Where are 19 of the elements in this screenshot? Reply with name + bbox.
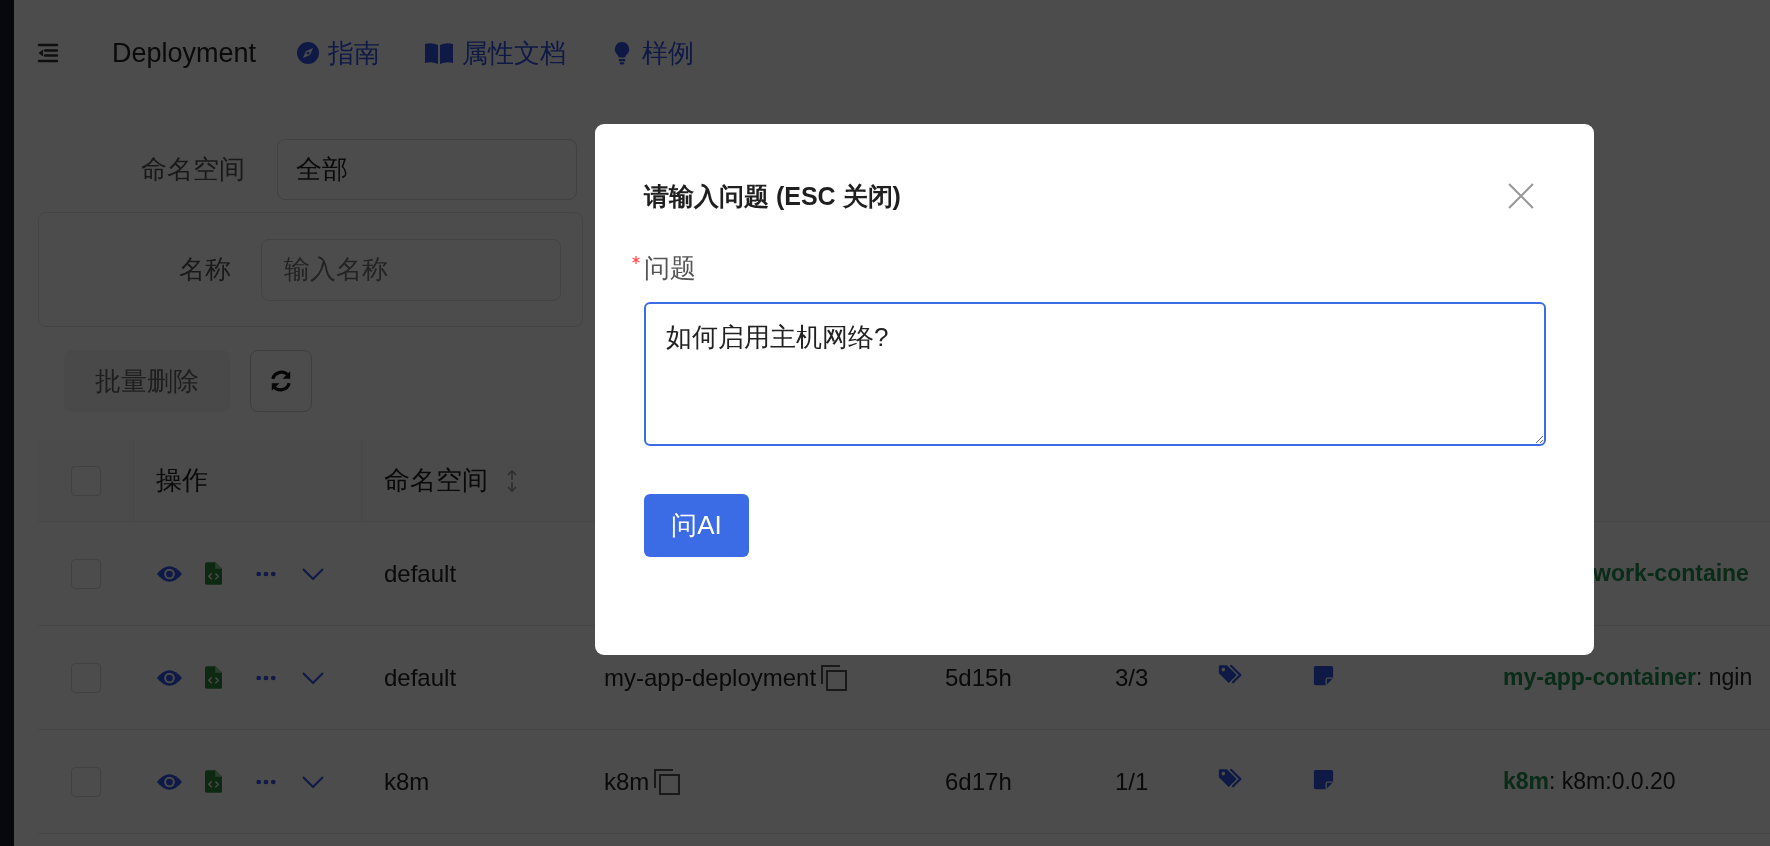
dialog-title: 请输入问题 (ESC 关闭): [644, 180, 901, 212]
table-cell: k8m: [384, 767, 430, 796]
table-cell: 3/3: [1115, 663, 1149, 691]
question-field[interactable]: 如何启用主机网络?: [644, 302, 1546, 446]
page-title: Deployment: [112, 37, 257, 69]
table-cell: default: [384, 559, 457, 588]
column-header: 操作: [156, 464, 208, 497]
close-icon[interactable]: [1508, 183, 1534, 209]
ask-ai-button[interactable]: 问AI: [644, 494, 749, 557]
container-text: k8m: k8m:0.0.20: [1503, 768, 1676, 794]
table-cell: default: [384, 663, 457, 692]
table-cell: my-app-deployment: [604, 663, 817, 692]
table-cell: 1/1: [1115, 767, 1149, 795]
container-text: my-app-container: ngin: [1503, 664, 1753, 690]
table-cell: 5d15h: [945, 663, 1012, 691]
container-text: work-containe: [1593, 560, 1749, 586]
table-cell: 6d17h: [945, 767, 1012, 795]
table-cell: k8m: [604, 767, 650, 796]
field-label: 问题: [644, 251, 696, 285]
